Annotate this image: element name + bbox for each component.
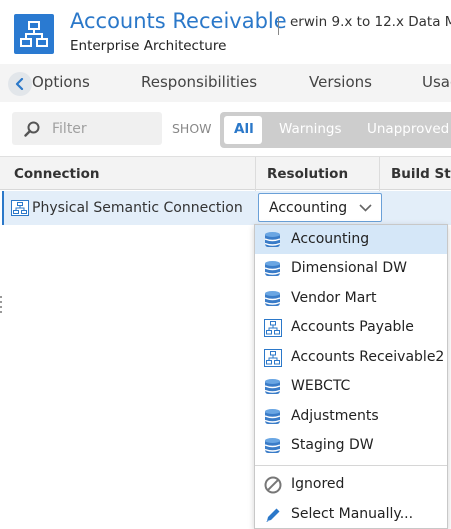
segment-warnings[interactable]: Warnings <box>279 121 342 137</box>
filter-input[interactable]: Filter <box>12 112 162 145</box>
segment-unapproved[interactable]: Unapproved <box>367 121 449 137</box>
header-context: erwin 9.x to 12.x Data M <box>290 14 451 30</box>
column-header-build-status[interactable]: Build Sta <box>391 166 451 182</box>
database-icon <box>264 379 281 394</box>
column-header-connection[interactable]: Connection <box>14 166 100 182</box>
database-icon <box>264 232 281 247</box>
menu-item-label: Staging DW <box>291 437 374 453</box>
connection-name: Physical Semantic Connection <box>32 200 243 216</box>
tab-responsibilities[interactable]: Responsibilities <box>141 73 257 91</box>
table-row[interactable]: Physical Semantic Connection Accounting <box>2 191 451 225</box>
database-icon <box>264 438 281 453</box>
model-hierarchy-icon <box>264 319 282 337</box>
page-subtitle: Enterprise Architecture <box>70 38 227 54</box>
resolution-value: Accounting <box>269 200 348 216</box>
page-title: Accounts Receivable <box>70 9 287 33</box>
menu-item-label: Accounts Payable <box>291 319 414 335</box>
segment-all[interactable]: All <box>224 116 262 144</box>
tab-versions[interactable]: Versions <box>309 73 372 91</box>
pane-resize-grip[interactable] <box>0 296 3 314</box>
chevron-left-icon <box>15 78 24 90</box>
menu-divider <box>255 465 447 466</box>
menu-item-ignored[interactable]: Ignored <box>255 470 447 499</box>
menu-item-label: Ignored <box>291 476 345 492</box>
menu-item-label: Accounts Receivable2 <box>291 349 445 365</box>
menu-item[interactable]: Accounts Payable <box>255 313 447 342</box>
menu-item[interactable]: Dimensional DW <box>255 254 447 283</box>
menu-item-select-manually[interactable]: Select Manually... <box>255 500 447 529</box>
show-segmented-control: All Warnings Unapproved <box>220 112 451 148</box>
column-divider <box>255 157 256 191</box>
resolution-dropdown-menu: Accounting Dimensional DW Vendor Mart Ac… <box>254 224 448 529</box>
filter-placeholder: Filter <box>52 121 87 137</box>
tab-bar: Options Responsibilities Versions Usag <box>0 64 451 102</box>
show-label: SHOW <box>172 121 212 136</box>
menu-item[interactable]: Vendor Mart <box>255 284 447 313</box>
table-header: Connection Resolution Build Sta <box>0 156 451 191</box>
chevron-down-icon <box>359 204 372 212</box>
menu-item[interactable]: WEBCTC <box>255 372 447 401</box>
menu-item-label: Select Manually... <box>291 506 414 522</box>
menu-item-label: WEBCTC <box>291 378 351 394</box>
menu-item-label: Adjustments <box>291 408 379 424</box>
menu-item-label: Vendor Mart <box>291 290 377 306</box>
database-icon <box>264 261 281 276</box>
column-header-resolution[interactable]: Resolution <box>267 166 348 182</box>
menu-item-label: Accounting <box>291 231 370 247</box>
page-header: Accounts Receivable erwin 9.x to 12.x Da… <box>0 0 451 64</box>
menu-item[interactable]: Adjustments <box>255 402 447 431</box>
ban-icon <box>264 476 282 494</box>
pencil-icon <box>266 508 280 522</box>
model-hierarchy-icon <box>264 349 282 367</box>
resolution-select[interactable]: Accounting <box>258 193 382 222</box>
menu-item[interactable]: Accounting <box>255 225 447 254</box>
menu-item-label: Dimensional DW <box>291 260 407 276</box>
tab-usage[interactable]: Usag <box>422 73 451 91</box>
tab-scroll-left-button[interactable] <box>8 72 32 96</box>
model-hierarchy-icon <box>14 14 54 54</box>
menu-item[interactable]: Staging DW <box>255 431 447 460</box>
database-icon <box>264 409 281 424</box>
header-divider <box>278 17 279 35</box>
filter-bar: Filter SHOW All Warnings Unapproved <box>0 102 451 156</box>
menu-item[interactable]: Accounts Receivable2 <box>255 343 447 372</box>
model-hierarchy-icon <box>11 200 29 216</box>
column-divider <box>379 157 380 191</box>
database-icon <box>264 291 281 306</box>
tab-options[interactable]: Options <box>32 73 90 91</box>
search-icon <box>24 121 40 137</box>
